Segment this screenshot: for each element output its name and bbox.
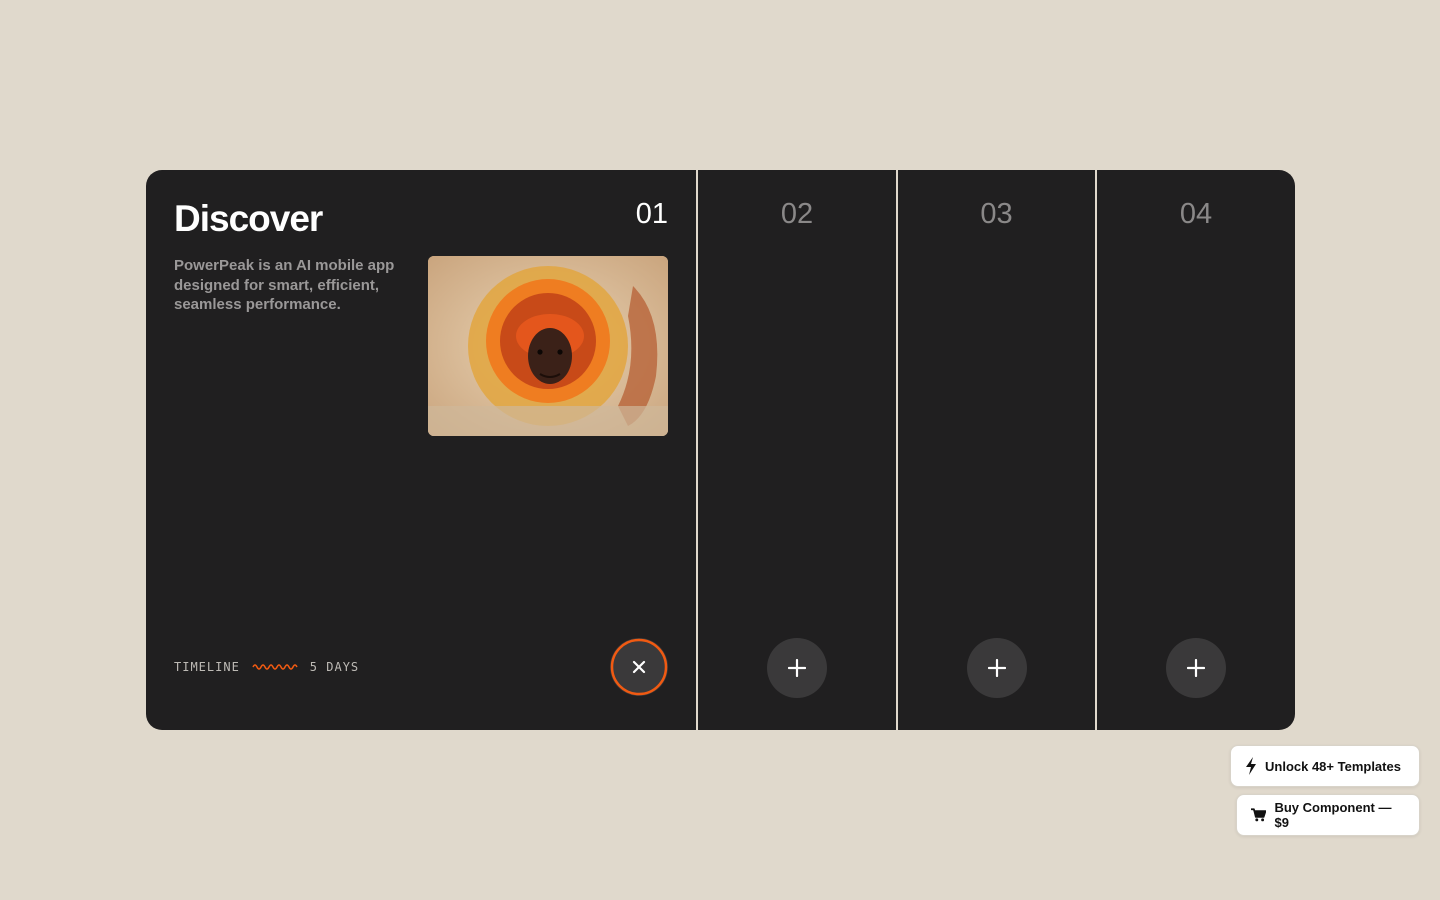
timeline-label: TIMELINE xyxy=(174,660,240,674)
timeline-value: 5 DAYS xyxy=(309,660,360,674)
panel-description: PowerPeak is an AI mobile app designed f… xyxy=(174,257,395,313)
plus-icon xyxy=(788,659,806,677)
plus-icon xyxy=(988,659,1006,677)
panel-photo xyxy=(428,256,668,436)
expand-button[interactable] xyxy=(767,638,827,698)
panel-number-04: 04 xyxy=(1179,198,1213,230)
panel-number-03: 03 xyxy=(980,198,1013,230)
process-card: Discover 01 PowerPeak is an AI mobile ap… xyxy=(146,170,1295,730)
panel-number-01: 01 xyxy=(635,198,668,230)
buy-component-button[interactable]: Buy Component — $9 xyxy=(1236,794,1420,836)
panel-04[interactable]: 04 xyxy=(1097,170,1295,730)
panel-number-02: 02 xyxy=(780,198,814,230)
expand-button[interactable] xyxy=(967,638,1027,698)
unlock-templates-button[interactable]: Unlock 48+ Templates xyxy=(1230,745,1420,787)
plus-icon xyxy=(1187,659,1205,677)
close-button[interactable] xyxy=(610,638,668,696)
expand-button[interactable] xyxy=(1166,638,1226,698)
panel-02[interactable]: 02 xyxy=(698,170,896,730)
panel-03[interactable]: 03 xyxy=(898,170,1095,730)
cart-icon xyxy=(1251,808,1267,822)
panel-title: Discover xyxy=(174,198,323,239)
timeline: TIMELINE 5 DAYS xyxy=(174,660,359,674)
portrait-illustration xyxy=(428,256,668,436)
unlock-templates-label: Unlock 48+ Templates xyxy=(1265,758,1401,774)
lightning-icon xyxy=(1246,757,1256,775)
panel-01: Discover 01 PowerPeak is an AI mobile ap… xyxy=(146,170,696,730)
wave-icon xyxy=(252,664,298,670)
progress-ring xyxy=(610,638,668,696)
buy-component-label: Buy Component — $9 xyxy=(1274,800,1392,830)
